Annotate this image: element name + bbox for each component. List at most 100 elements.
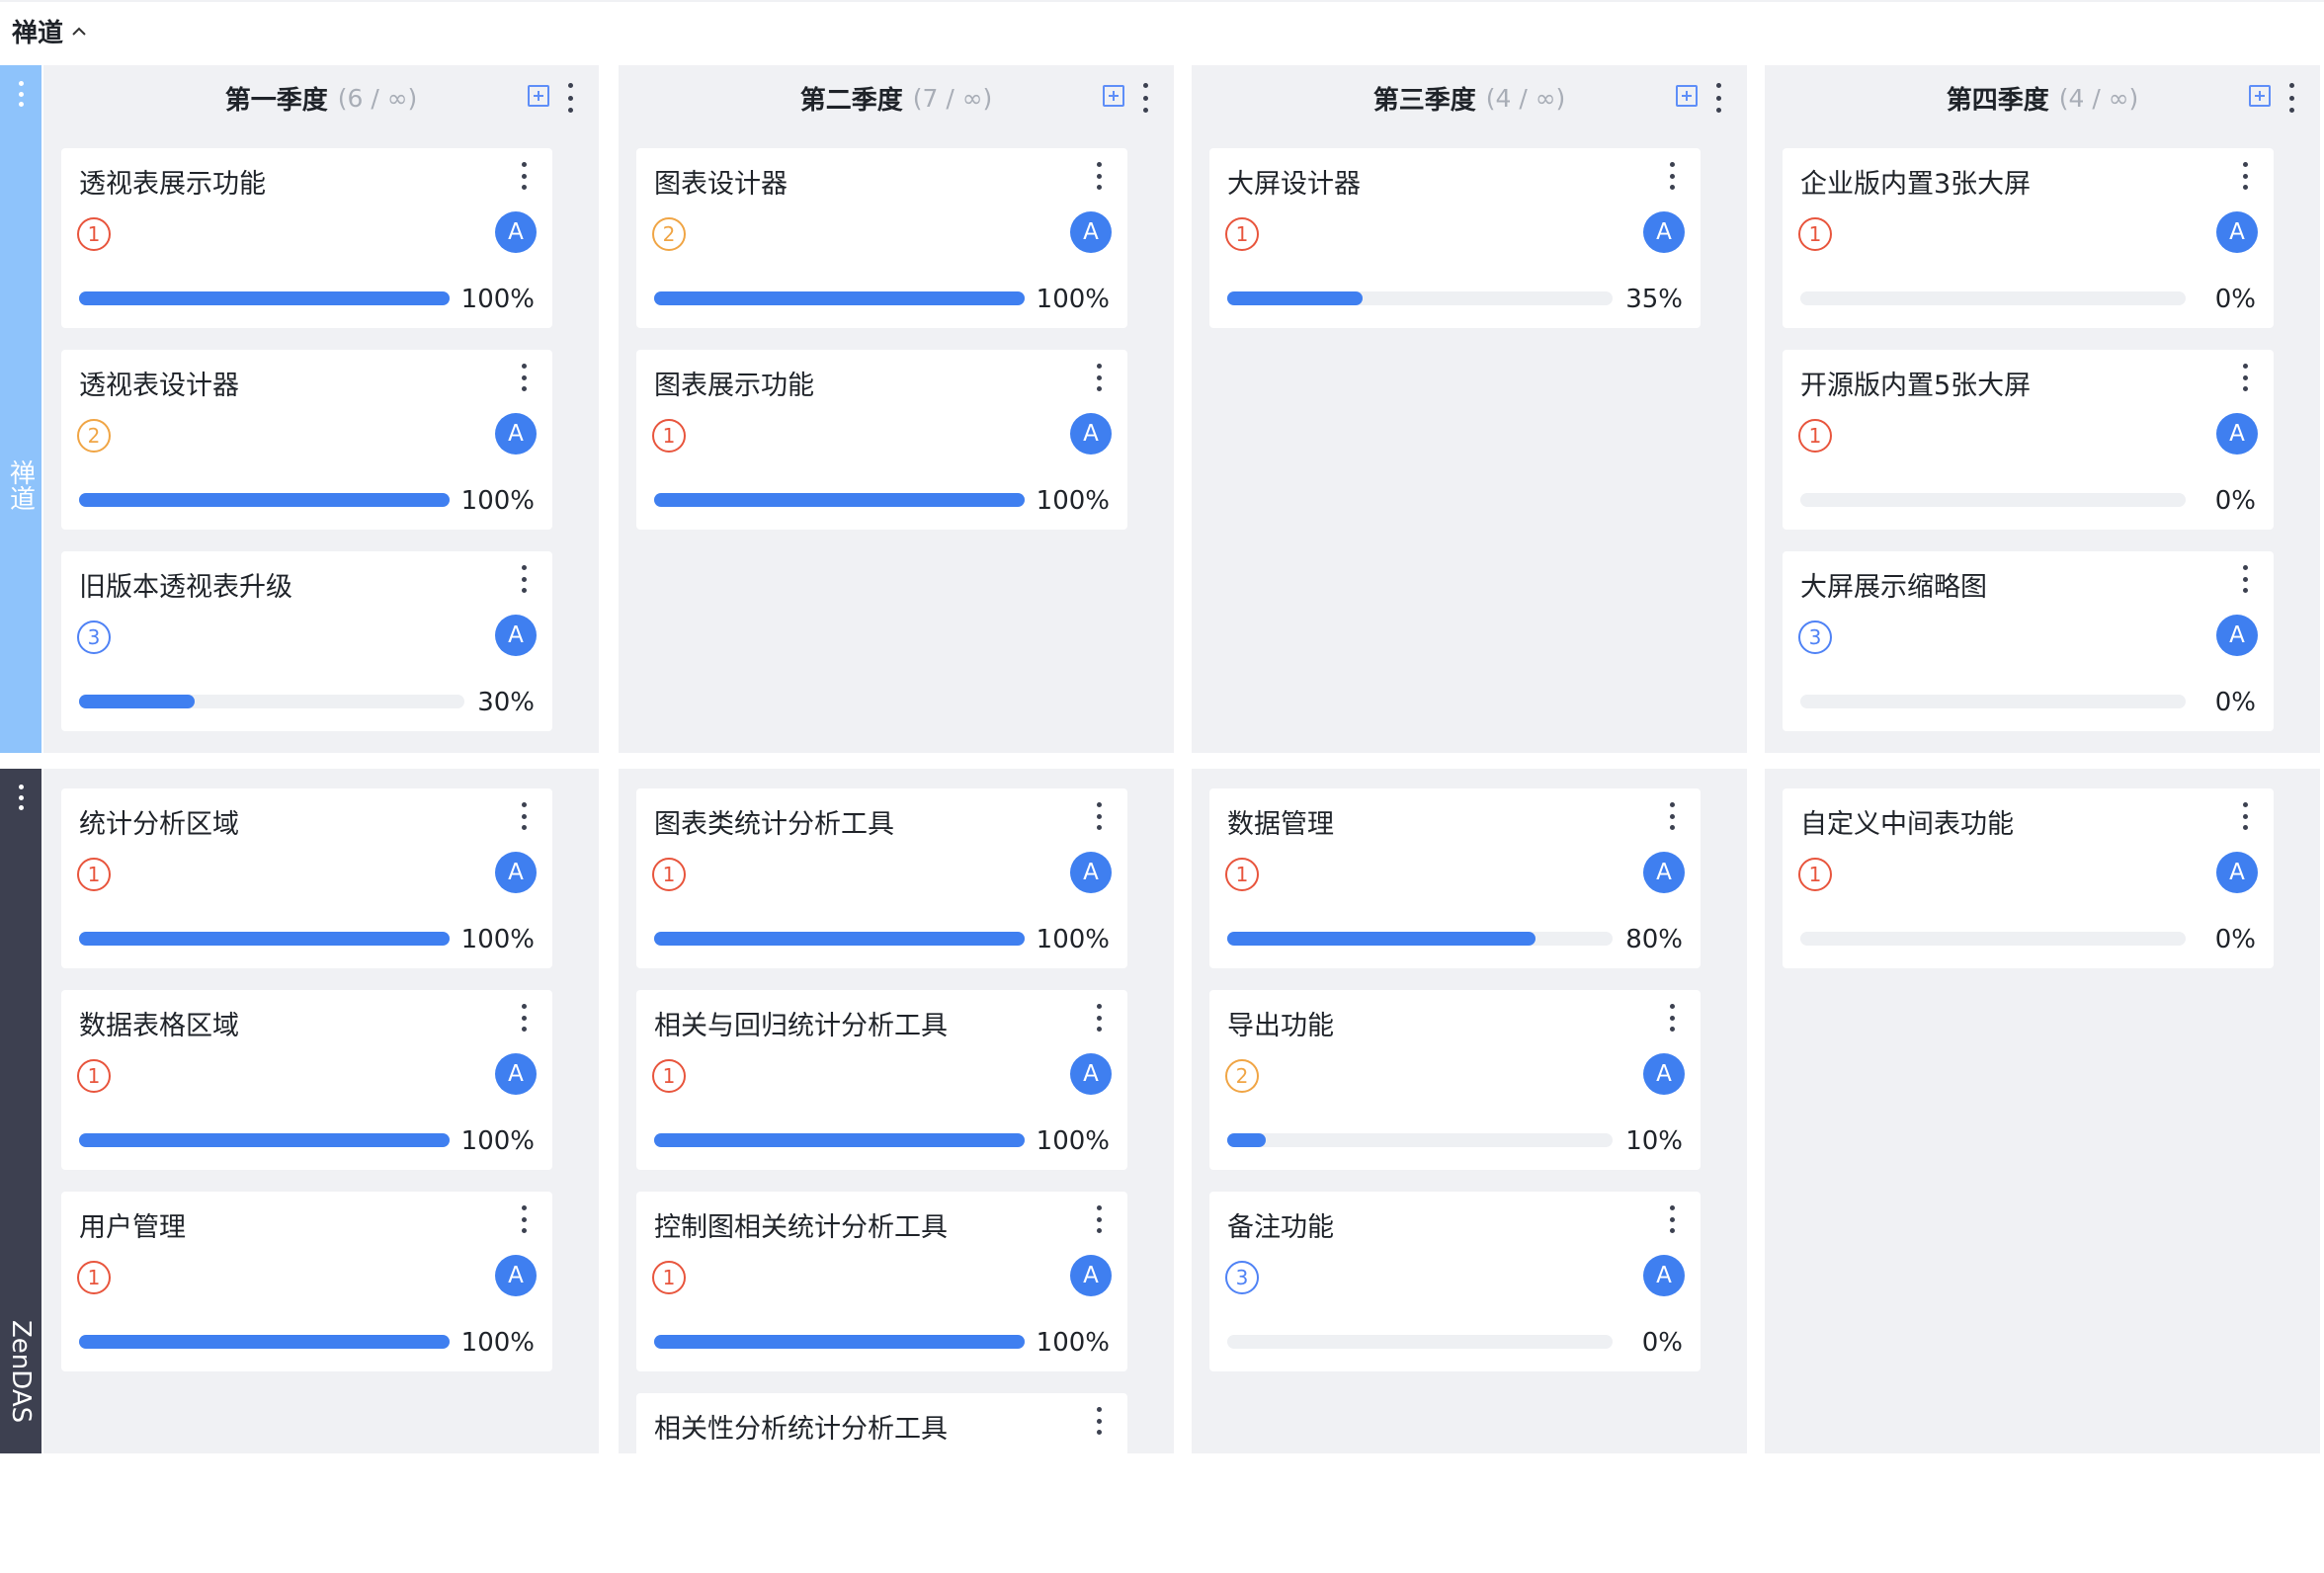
story-card[interactable]: 图表设计器 2 A 100% [636, 148, 1127, 328]
avatar[interactable]: A [1643, 1255, 1685, 1296]
lane-name: 禅道 [5, 459, 36, 511]
card-more-icon[interactable] [1096, 802, 1102, 830]
column-more-icon[interactable] [1142, 83, 1148, 113]
lane-column-cell: 图表类统计分析工具 1 A 100% 相关与回归统计分析工具 1 A 100% … [619, 769, 1174, 1573]
priority-badge: 2 [652, 217, 686, 251]
avatar[interactable]: A [1070, 1255, 1112, 1296]
avatar[interactable]: A [2216, 852, 2258, 893]
card-title: 统计分析区域 [79, 809, 239, 840]
progress-label: 100% [460, 1126, 535, 1156]
avatar[interactable]: A [1643, 852, 1685, 893]
card-more-icon[interactable] [1669, 802, 1675, 830]
card-more-icon[interactable] [1669, 162, 1675, 190]
progress-label: 0% [2214, 486, 2256, 516]
avatar[interactable]: A [2216, 615, 2258, 656]
story-card[interactable]: 图表展示功能 1 A 100% [636, 350, 1127, 530]
story-card[interactable]: 统计分析区域 1 A 100% [61, 788, 552, 968]
progress-track [1800, 695, 2186, 708]
card-more-icon[interactable] [2242, 162, 2248, 190]
story-card[interactable]: 透视表展示功能 1 A 100% [61, 148, 552, 328]
avatar[interactable]: A [495, 1053, 537, 1095]
card-more-icon[interactable] [521, 364, 527, 391]
story-card[interactable]: 旧版本透视表升级 3 A 30% [61, 551, 552, 731]
card-more-icon[interactable] [1096, 364, 1102, 391]
story-card[interactable]: 自定义中间表功能 1 A 0% [1783, 788, 2274, 968]
avatar[interactable]: A [2216, 413, 2258, 455]
column-name: 第二季度 [799, 85, 903, 116]
story-card[interactable]: 企业版内置3张大屏 1 A 0% [1783, 148, 2274, 328]
story-card[interactable]: 相关与回归统计分析工具 1 A 100% [636, 990, 1127, 1170]
card-more-icon[interactable] [2242, 565, 2248, 593]
card-more-icon[interactable] [521, 802, 527, 830]
progress-label: 0% [2214, 285, 2256, 314]
card-title: 数据表格区域 [79, 1011, 239, 1041]
card-more-icon[interactable] [1096, 1205, 1102, 1233]
avatar[interactable]: A [1643, 211, 1685, 253]
card-more-icon[interactable] [521, 162, 527, 190]
story-card[interactable]: 导出功能 2 A 10% [1209, 990, 1701, 1170]
card-more-icon[interactable] [2242, 364, 2248, 391]
add-card-icon[interactable] [2249, 85, 2271, 107]
priority-badge: 1 [1225, 858, 1259, 891]
card-title: 备注功能 [1227, 1212, 1334, 1243]
avatar[interactable]: A [495, 852, 537, 893]
card-more-icon[interactable] [521, 565, 527, 593]
progress-track [1227, 932, 1613, 946]
story-card[interactable]: 透视表设计器 2 A 100% [61, 350, 552, 530]
card-more-icon[interactable] [1096, 162, 1102, 190]
avatar[interactable]: A [1070, 1053, 1112, 1095]
avatar[interactable]: A [495, 615, 537, 656]
card-title: 图表展示功能 [654, 371, 814, 401]
add-card-icon[interactable] [528, 85, 549, 107]
column-more-icon[interactable] [2288, 83, 2294, 113]
story-card[interactable]: 相关性分析统计分析工具 [636, 1393, 1127, 1573]
progress-label: 100% [1036, 1328, 1110, 1358]
card-title: 相关性分析统计分析工具 [654, 1414, 948, 1445]
lane-more-icon[interactable] [18, 785, 24, 810]
avatar[interactable]: A [495, 1255, 537, 1296]
lane-more-icon[interactable] [18, 81, 24, 107]
card-title: 透视表展示功能 [79, 169, 266, 200]
card-more-icon[interactable] [1669, 1004, 1675, 1032]
card-title: 数据管理 [1227, 809, 1334, 840]
priority-badge: 1 [1798, 419, 1832, 453]
lane-column-cell: 数据管理 1 A 80% 导出功能 2 A 10% 备注功能 3 A 0% [1192, 769, 1747, 1453]
story-card[interactable]: 图表类统计分析工具 1 A 100% [636, 788, 1127, 968]
priority-badge: 1 [652, 1261, 686, 1294]
story-card[interactable]: 大屏设计器 1 A 35% [1209, 148, 1701, 328]
avatar[interactable]: A [1070, 852, 1112, 893]
column-more-icon[interactable] [1715, 83, 1721, 113]
card-more-icon[interactable] [2242, 802, 2248, 830]
story-card[interactable]: 开源版内置5张大屏 1 A 0% [1783, 350, 2274, 530]
card-more-icon[interactable] [521, 1205, 527, 1233]
avatar[interactable]: A [495, 413, 537, 455]
add-card-icon[interactable] [1103, 85, 1124, 107]
progress-fill [1227, 932, 1536, 946]
avatar[interactable]: A [1070, 413, 1112, 455]
lane-side-2[interactable]: ZenDAS [0, 769, 42, 1453]
column-more-icon[interactable] [567, 83, 573, 113]
card-title: 导出功能 [1227, 1011, 1334, 1041]
priority-badge: 3 [77, 621, 111, 654]
story-card[interactable]: 大屏展示缩略图 3 A 0% [1783, 551, 2274, 731]
story-card[interactable]: 数据管理 1 A 80% [1209, 788, 1701, 968]
story-card[interactable]: 备注功能 3 A 0% [1209, 1192, 1701, 1371]
avatar[interactable]: A [2216, 211, 2258, 253]
lane-side-1[interactable]: 禅道 [0, 65, 42, 753]
progress-label: 100% [1036, 1126, 1110, 1156]
story-card[interactable]: 用户管理 1 A 100% [61, 1192, 552, 1371]
avatar[interactable]: A [1643, 1053, 1685, 1095]
lane-column-cell: 图表设计器 2 A 100% 图表展示功能 1 A 100% [619, 130, 1174, 753]
story-card[interactable]: 数据表格区域 1 A 100% [61, 990, 552, 1170]
card-more-icon[interactable] [1096, 1407, 1102, 1435]
card-more-icon[interactable] [521, 1004, 527, 1032]
card-more-icon[interactable] [1096, 1004, 1102, 1032]
story-card[interactable]: 控制图相关统计分析工具 1 A 100% [636, 1192, 1127, 1371]
avatar[interactable]: A [1070, 211, 1112, 253]
add-card-icon[interactable] [1676, 85, 1698, 107]
priority-badge: 1 [77, 1059, 111, 1093]
kanban-board: 第一季度 (6 / ∞) 第二季度 (7 / ∞) 第三季度 (4 / ∞) 第… [0, 0, 2324, 1573]
progress-track [79, 493, 450, 507]
card-more-icon[interactable] [1669, 1205, 1675, 1233]
avatar[interactable]: A [495, 211, 537, 253]
